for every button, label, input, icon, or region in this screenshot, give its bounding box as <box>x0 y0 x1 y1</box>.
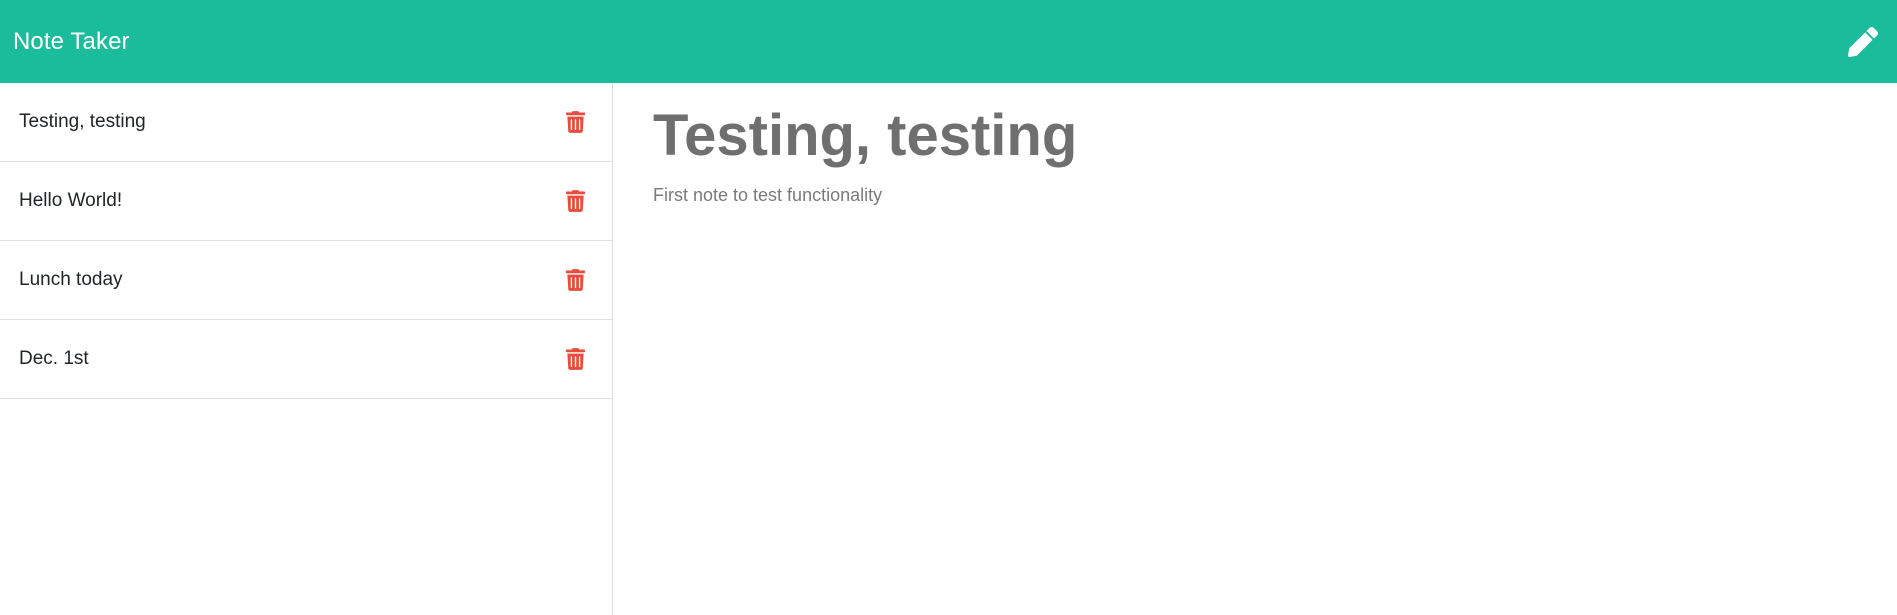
delete-note-button[interactable] <box>562 108 588 136</box>
note-list: Testing, testing Hello World! Lunch toda… <box>0 83 613 615</box>
app-layout: Testing, testing Hello World! Lunch toda… <box>0 83 1897 615</box>
note-list-item-title: Hello World! <box>19 190 123 211</box>
note-list-item[interactable]: Dec. 1st <box>0 320 612 399</box>
note-text-field[interactable]: First note to test functionality <box>653 185 1857 206</box>
navbar: Note Taker <box>0 0 1897 83</box>
delete-note-button[interactable] <box>562 345 588 373</box>
note-list-item[interactable]: Hello World! <box>0 162 612 241</box>
note-list-item[interactable]: Lunch today <box>0 241 612 320</box>
pencil-icon <box>1848 26 1878 57</box>
trash-icon <box>565 348 585 370</box>
delete-note-button[interactable] <box>562 266 588 294</box>
note-editor: Testing, testing First note to test func… <box>613 83 1897 615</box>
trash-icon <box>565 111 585 133</box>
app-title[interactable]: Note Taker <box>13 28 130 56</box>
trash-icon <box>565 190 585 212</box>
delete-note-button[interactable] <box>562 187 588 215</box>
note-title-field[interactable]: Testing, testing <box>653 101 1857 171</box>
note-list-item-title: Testing, testing <box>19 111 146 132</box>
new-note-button[interactable] <box>1843 22 1883 62</box>
trash-icon <box>565 269 585 291</box>
note-list-item-title: Lunch today <box>19 269 123 290</box>
note-list-item[interactable]: Testing, testing <box>0 83 612 162</box>
note-list-item-title: Dec. 1st <box>19 348 89 369</box>
